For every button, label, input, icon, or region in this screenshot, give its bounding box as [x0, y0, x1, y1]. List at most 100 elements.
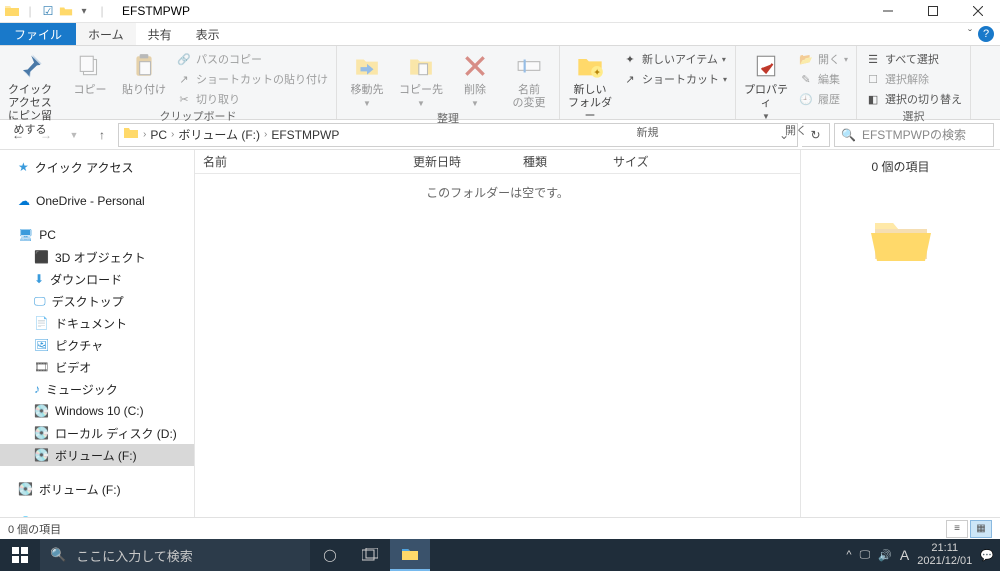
- edit-button[interactable]: ✎編集: [796, 70, 850, 88]
- cut-button[interactable]: ✂切り取り: [174, 90, 330, 108]
- search-input[interactable]: 🔍 EFSTMPWPの検索: [834, 123, 994, 147]
- help-icon[interactable]: ?: [978, 26, 994, 42]
- tab-file[interactable]: ファイル: [0, 23, 76, 45]
- view-details-button[interactable]: ≡: [946, 520, 968, 538]
- sidebar-desktop[interactable]: 🖵デスクトップ: [0, 290, 194, 312]
- qat-newfolder-icon[interactable]: [58, 3, 74, 19]
- tab-home[interactable]: ホーム: [76, 23, 136, 45]
- qat-dropdown-icon[interactable]: ▾: [76, 3, 92, 19]
- move-to-button[interactable]: 移動先▼: [343, 48, 391, 109]
- sidebar-3dobjects[interactable]: ⬛3D オブジェクト: [0, 246, 194, 268]
- pin-icon: [14, 50, 46, 82]
- address-bar[interactable]: › PC › ボリューム (F:) › EFSTMPWP ⌄: [118, 123, 798, 147]
- preview-pane: 0 個の項目: [800, 150, 1000, 517]
- col-date[interactable]: 更新日時: [405, 150, 515, 173]
- taskbar-taskview[interactable]: [350, 539, 390, 571]
- properties-icon: [750, 50, 782, 82]
- star-icon: ★: [18, 160, 29, 174]
- col-size[interactable]: サイズ: [605, 150, 685, 173]
- sidebar-downloads[interactable]: ⬇ダウンロード: [0, 268, 194, 290]
- ribbon-collapse-icon[interactable]: ˇ: [968, 27, 972, 41]
- col-name[interactable]: 名前: [195, 150, 405, 173]
- search-icon: 🔍: [50, 547, 66, 563]
- sidebar-onedrive[interactable]: ☁OneDrive - Personal: [0, 190, 194, 212]
- col-type[interactable]: 種類: [515, 150, 605, 173]
- tray-notifications-icon[interactable]: 💬: [980, 549, 994, 562]
- shortcut2-icon: ↗: [622, 71, 638, 87]
- chevron-right-icon[interactable]: ›: [264, 129, 267, 140]
- new-shortcut-button[interactable]: ↗ショートカット ▾: [620, 70, 729, 88]
- addr-folder-icon: [123, 125, 139, 144]
- tray-ime-icon[interactable]: A: [900, 547, 909, 563]
- sidebar-pc[interactable]: 🖥PC: [0, 224, 194, 246]
- properties-button[interactable]: プロパティ▼: [742, 48, 790, 122]
- tab-share[interactable]: 共有: [136, 23, 184, 45]
- delete-icon: [459, 50, 491, 82]
- cube-icon: ⬛: [34, 250, 49, 264]
- select-none-button[interactable]: ☐選択解除: [863, 70, 964, 88]
- sidebar-fdrive[interactable]: 💽ボリューム (F:): [0, 444, 194, 466]
- sidebar-network[interactable]: 🌐ネットワーク: [0, 512, 194, 517]
- sidebar-cdrive[interactable]: 💽Windows 10 (C:): [0, 400, 194, 422]
- search-icon: 🔍: [841, 128, 856, 142]
- new-folder-icon: ✦: [574, 50, 606, 82]
- sidebar-music[interactable]: ♪ミュージック: [0, 378, 194, 400]
- view-icons-button[interactable]: ▦: [970, 520, 992, 538]
- addr-dropdown-icon[interactable]: ⌄: [775, 128, 793, 142]
- move-icon: [351, 50, 383, 82]
- history-button[interactable]: 🕘履歴: [796, 90, 850, 108]
- sidebar-fdrive2[interactable]: 💽ボリューム (F:): [0, 478, 194, 500]
- drive-icon: 💽: [34, 448, 49, 462]
- select-all-icon: ☰: [865, 51, 881, 67]
- tray-overflow-icon[interactable]: ^: [846, 549, 851, 561]
- delete-button[interactable]: 削除▼: [451, 48, 499, 109]
- qat-properties-icon[interactable]: ☑: [40, 3, 56, 19]
- copy-to-button[interactable]: コピー先▼: [397, 48, 445, 109]
- search-placeholder: EFSTMPWPの検索: [862, 126, 966, 143]
- back-button[interactable]: ←: [6, 123, 30, 147]
- minimize-button[interactable]: [865, 0, 910, 23]
- taskbar-clock[interactable]: 21:11 2021/12/01: [917, 542, 972, 568]
- paste-shortcut-button[interactable]: ↗ショートカットの貼り付け: [174, 70, 330, 88]
- tray-volume-icon[interactable]: 🔊: [878, 549, 892, 562]
- network-icon: 🌐: [18, 516, 33, 517]
- taskbar-cortana[interactable]: ◯: [310, 539, 350, 571]
- qat-separator: |: [22, 3, 38, 19]
- select-all-button[interactable]: ☰すべて選択: [863, 50, 964, 68]
- recent-dropdown[interactable]: ▼: [62, 123, 86, 147]
- open-button[interactable]: 📂開く ▾: [796, 50, 850, 68]
- sidebar-quick-access[interactable]: ★クイック アクセス: [0, 156, 194, 178]
- copy-path-button[interactable]: 🔗パスのコピー: [174, 50, 330, 68]
- sidebar-documents[interactable]: 📄ドキュメント: [0, 312, 194, 334]
- taskbar-explorer[interactable]: [390, 539, 430, 571]
- taskbar-search[interactable]: 🔍ここに入力して検索: [40, 539, 310, 571]
- rename-button[interactable]: 名前 の変更: [505, 48, 553, 110]
- tab-view[interactable]: 表示: [184, 23, 232, 45]
- new-item-button[interactable]: ✦新しいアイテム ▾: [620, 50, 729, 68]
- crumb-pc[interactable]: PC: [150, 128, 167, 142]
- tray-display-icon[interactable]: 🖵: [860, 549, 871, 562]
- sidebar-pictures[interactable]: 🖼ピクチャ: [0, 334, 194, 356]
- crumb-folder[interactable]: EFSTMPWP: [271, 128, 339, 142]
- paste-button[interactable]: 貼り付け: [120, 48, 168, 97]
- sidebar-videos[interactable]: 🎞ビデオ: [0, 356, 194, 378]
- new-folder-button[interactable]: ✦新しい フォルダー: [566, 48, 614, 124]
- select-none-icon: ☐: [865, 71, 881, 87]
- sidebar: ★クイック アクセス ☁OneDrive - Personal 🖥PC ⬛3D …: [0, 150, 195, 517]
- chevron-right-icon[interactable]: ›: [171, 129, 174, 140]
- svg-text:✦: ✦: [593, 67, 601, 77]
- copyto-icon: [405, 50, 437, 82]
- select-invert-button[interactable]: ◧選択の切り替え: [863, 90, 964, 108]
- close-button[interactable]: [955, 0, 1000, 23]
- maximize-button[interactable]: [910, 0, 955, 23]
- history-icon: 🕘: [798, 91, 814, 107]
- chevron-right-icon[interactable]: ›: [143, 129, 146, 140]
- up-button[interactable]: ↑: [90, 123, 114, 147]
- refresh-button[interactable]: ↻: [802, 123, 830, 147]
- crumb-volume[interactable]: ボリューム (F:): [178, 126, 260, 143]
- copy-button[interactable]: コピー: [66, 48, 114, 97]
- forward-button[interactable]: →: [34, 123, 58, 147]
- rename-icon: [513, 50, 545, 82]
- sidebar-ddrive[interactable]: 💽ローカル ディスク (D:): [0, 422, 194, 444]
- start-button[interactable]: [0, 539, 40, 571]
